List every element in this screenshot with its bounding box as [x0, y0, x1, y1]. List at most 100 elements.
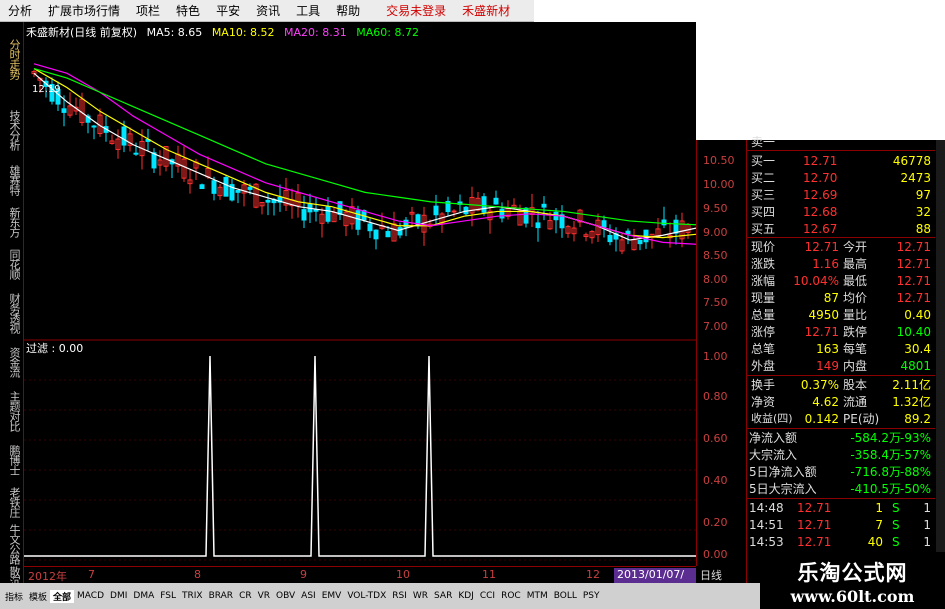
- menu-item-features[interactable]: 特色: [168, 2, 208, 19]
- bid-volume: 97: [915, 188, 931, 202]
- menu-item-board[interactable]: 项栏: [128, 2, 168, 19]
- tick-price: 12.71: [797, 501, 832, 515]
- stat-row: 涨跌 1.16 最高 12.71: [747, 256, 935, 272]
- indicator-tab-kdj[interactable]: KDJ: [455, 591, 477, 601]
- stat-label: 最低: [843, 274, 868, 288]
- indicator-tab-macd[interactable]: MACD: [74, 591, 107, 601]
- indicator-tab-vol-tdx[interactable]: VOL-TDX: [344, 591, 389, 601]
- indicator-tab-fsl[interactable]: FSL: [157, 591, 179, 601]
- tab-intraday[interactable]: 分时走势: [3, 24, 21, 94]
- menu-item-analysis[interactable]: 分析: [0, 2, 40, 19]
- tab-tonghuashun[interactable]: 同花顺: [3, 244, 21, 284]
- bid-row: 买二 12.70 2473: [747, 170, 935, 186]
- fin-label: PE(动): [843, 412, 880, 426]
- stat-label: 涨跌: [751, 257, 776, 271]
- price-tick: 10.00: [703, 178, 735, 191]
- stat-value: 12.71: [896, 257, 931, 271]
- bid-label: 买一: [751, 154, 776, 168]
- ask1-row: 卖一: [747, 134, 935, 150]
- tab-xindongfang[interactable]: 新东方: [3, 202, 21, 242]
- watermark-url: www.60lt.com: [790, 587, 915, 606]
- price-tick: 8.00: [703, 273, 728, 286]
- menu-item-extended-market[interactable]: 扩展市场行情: [40, 2, 128, 19]
- flow-pct: -50%: [899, 482, 931, 496]
- fin-label: 收益(四): [751, 412, 793, 425]
- indicator-tab-模板[interactable]: 模板: [26, 590, 50, 603]
- fin-value: 4.62: [812, 395, 839, 409]
- bid-price: 12.68: [803, 205, 838, 219]
- indicator-tab-asi[interactable]: ASI: [298, 591, 319, 601]
- indicator-tick: 0.00: [703, 548, 728, 561]
- tab-pengboshi[interactable]: 鹏博士: [3, 440, 21, 480]
- indicator-tab-emv[interactable]: EMV: [319, 591, 345, 601]
- stat-label: 现价: [751, 240, 776, 254]
- stat-label: 总量: [751, 308, 776, 322]
- indicator-tab-cci[interactable]: CCI: [477, 591, 498, 601]
- indicator-tab-trix[interactable]: TRIX: [179, 591, 206, 601]
- stat-label: 最高: [843, 257, 868, 271]
- watermark: 乐淘公式网 www.60lt.com: [760, 552, 945, 609]
- indicator-tab-obv[interactable]: OBV: [273, 591, 298, 601]
- stat-label: 外盘: [751, 359, 776, 373]
- menu-item-pingan[interactable]: 平安: [208, 2, 248, 19]
- tick-row: 14:48 12.71 1 S 1: [747, 500, 935, 516]
- tab-niuwen[interactable]: 牛文公路: [3, 524, 21, 564]
- stat-value: 12.71: [804, 240, 839, 254]
- right-scroll-strip[interactable]: [936, 140, 945, 587]
- bid-price: 12.70: [803, 171, 838, 185]
- indicator-tab-roc[interactable]: ROC: [498, 591, 524, 601]
- stock-period-title: 禾盛新材(日线 前复权): [26, 26, 138, 39]
- flow-row: 净流入额 -584.2万 -93%: [747, 430, 935, 446]
- menu-item-tools[interactable]: 工具: [288, 2, 328, 19]
- tab-finance[interactable]: 财务透视: [3, 286, 21, 340]
- tab-theme-compare[interactable]: 主题对比: [3, 384, 21, 438]
- flow-value: -716.8万: [850, 465, 901, 479]
- indicator-tab-全部[interactable]: 全部: [50, 589, 75, 603]
- time-axis: 2012年 7 8 9 10 11 12 2013/01/07/一: [24, 566, 696, 597]
- indicator-tab-指标[interactable]: 指标: [2, 590, 26, 603]
- indicator-tab-mtm[interactable]: MTM: [524, 591, 551, 601]
- stat-row: 现价 12.71 今开 12.71: [747, 239, 935, 255]
- indicator-tab-rsi[interactable]: RSI: [389, 591, 410, 601]
- flow-value: -358.4万: [850, 448, 901, 462]
- indicator-tab-psy[interactable]: PSY: [580, 591, 603, 601]
- indicator-tab-cr[interactable]: CR: [236, 591, 255, 601]
- stat-label: 总笔: [751, 342, 776, 356]
- indicator-tick: 1.00: [703, 350, 728, 363]
- fin-label: 净资: [751, 395, 776, 409]
- flow-label: 5日净流入额: [749, 465, 817, 479]
- tick-volume: 7: [875, 518, 883, 532]
- flow-pct: -93%: [899, 431, 931, 445]
- stat-value: 163: [816, 342, 839, 356]
- stat-value: 12.71: [896, 274, 931, 288]
- trade-login-status[interactable]: 交易未登录: [378, 2, 454, 19]
- stat-value: 10.40: [896, 325, 931, 339]
- price-tick: 7.50: [703, 296, 728, 309]
- indicator-tab-wr[interactable]: WR: [410, 591, 431, 601]
- tab-xiongsaite[interactable]: 雄赛特: [3, 160, 21, 200]
- filter-indicator-label: 过滤 : 0.00: [26, 342, 84, 355]
- tab-technical[interactable]: 技术分析: [3, 102, 21, 158]
- indicator-tab-sar[interactable]: SAR: [431, 591, 455, 601]
- tab-capital-flow[interactable]: 资金流: [3, 342, 21, 382]
- stat-row: 涨幅 10.04% 最低 12.71: [747, 273, 935, 289]
- time-label: 2012年: [28, 570, 67, 583]
- fin-label: 股本: [843, 378, 868, 392]
- price-axis: 10.50 10.00 9.50 9.00 8.50 8.00 7.50 7.0…: [696, 140, 746, 566]
- ma-legend: 禾盛新材(日线 前复权) MA5: 8.65 MA10: 8.52 MA20: …: [26, 24, 425, 40]
- menu-item-news[interactable]: 资讯: [248, 2, 288, 19]
- indicator-tab-dma[interactable]: DMA: [130, 591, 157, 601]
- tick-time: 14:53: [749, 535, 784, 549]
- fin-row: 换手 0.37% 股本 2.11亿: [747, 377, 935, 393]
- stat-value: 0.40: [904, 308, 931, 322]
- indicator-tab-vr[interactable]: VR: [255, 591, 273, 601]
- menu-item-help[interactable]: 帮助: [328, 2, 368, 19]
- fin-row: 收益(四) 0.142 PE(动) 89.2: [747, 411, 935, 427]
- indicator-tab-brar[interactable]: BRAR: [206, 591, 236, 601]
- indicator-tab-boll[interactable]: BOLL: [551, 591, 580, 601]
- tab-laotiezhuang[interactable]: 老铁庄: [3, 482, 21, 522]
- period-label[interactable]: 日线: [700, 567, 722, 583]
- ma5-value: MA5: 8.65: [146, 26, 203, 39]
- tick-price: 12.71: [797, 535, 832, 549]
- indicator-tab-dmi[interactable]: DMI: [107, 591, 130, 601]
